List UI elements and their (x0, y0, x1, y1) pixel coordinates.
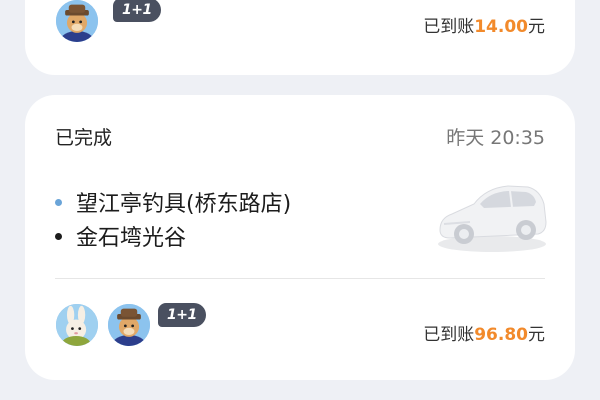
amount-received: 已到账14.00元 (423, 12, 545, 37)
dog-avatar-icon (54, 0, 100, 44)
start-dot-icon (55, 198, 62, 206)
order-status: 已完成 (55, 127, 113, 149)
end-dot-icon (55, 232, 62, 240)
end-location: 金石塆光谷 (76, 226, 187, 251)
amount-prefix: 已到账 (423, 325, 475, 345)
rabbit-avatar-icon (54, 302, 100, 348)
carpool-badge: 1+1 (113, 0, 161, 22)
start-location: 望江亭钓具(桥东路店) (76, 192, 292, 217)
divider (55, 278, 545, 279)
route-info: 望江亭钓具(桥东路店) 金石塆光谷 (55, 185, 291, 253)
amount-value: 14.00 (474, 17, 528, 37)
order-card-previous[interactable]: 1+1 已到账14.00元 (25, 0, 575, 75)
carpool-badge: 1+1 (158, 303, 206, 327)
car-icon (430, 170, 550, 260)
route-start: 望江亭钓具(桥东路店) (55, 185, 291, 219)
route-end: 金石塆光谷 (55, 219, 291, 253)
order-card[interactable]: 已完成 昨天 20:35 望江亭钓具(桥东路店) 金石塆光谷 1+1 已到账96… (25, 95, 575, 380)
amount-value: 96.80 (474, 325, 528, 345)
order-time: 昨天 20:35 (446, 127, 545, 149)
amount-suffix: 元 (528, 325, 545, 345)
dog-avatar-icon (106, 302, 152, 348)
amount-prefix: 已到账 (423, 17, 475, 37)
amount-suffix: 元 (528, 17, 545, 37)
amount-received: 已到账96.80元 (423, 320, 545, 345)
